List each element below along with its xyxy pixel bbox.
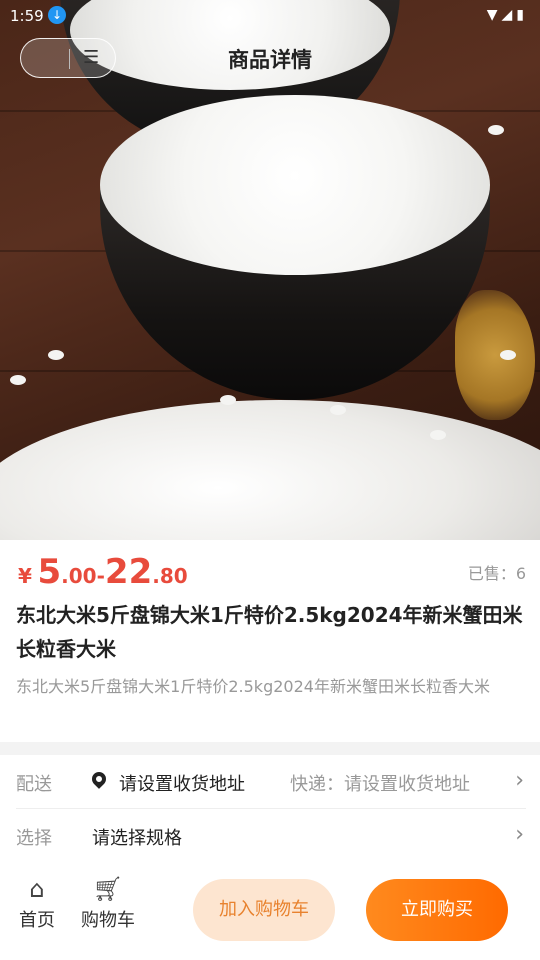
cart-tab[interactable]: 🛒︎ 购物车 <box>73 872 143 932</box>
front-bowl-rice <box>100 95 490 275</box>
price-min-integer: 5 <box>37 552 62 592</box>
divider <box>16 808 526 809</box>
delivery-label: 配送 <box>16 774 52 795</box>
spec-select[interactable]: 请选择规格 <box>92 824 182 850</box>
price-range: ¥ 5.00-22.80 <box>18 552 188 592</box>
status-icons: ▼◢▮ <box>487 7 528 23</box>
signal-icon: ◢ <box>501 7 517 23</box>
price-min-decimal: .00 <box>61 564 97 588</box>
price-max-decimal: .80 <box>152 564 188 588</box>
rice-grain <box>488 125 504 135</box>
rice-grain <box>10 375 26 385</box>
chevron-right-icon[interactable]: › <box>515 822 524 847</box>
buy-now-button[interactable]: 立即购买 <box>366 879 508 941</box>
download-icon: ↓ <box>48 6 66 24</box>
cart-icon: 🛒︎ <box>92 875 124 903</box>
product-image[interactable] <box>0 0 540 540</box>
product-title: 东北大米5斤盘锦大米1斤特价2.5kg2024年新米蟹田米长粒香大米 <box>16 603 523 661</box>
home-icon: ⌂ <box>29 875 45 903</box>
delivery-address[interactable]: 请设置收货地址 <box>119 770 245 796</box>
sold-count: 已售：6 <box>467 564 526 583</box>
rice-grain <box>48 350 64 360</box>
rice-grain <box>220 395 236 405</box>
home-tab[interactable]: ⌂ 首页 <box>2 872 72 932</box>
wifi-icon: ▼ <box>486 7 502 23</box>
rice-grain <box>330 405 346 415</box>
chevron-right-icon[interactable]: › <box>515 768 524 793</box>
wheat-ear <box>455 290 535 420</box>
cart-tab-label: 购物车 <box>81 910 135 931</box>
spec-label: 选择 <box>16 828 52 849</box>
price-dash: - <box>96 564 105 588</box>
status-time: 1:59 <box>10 7 44 25</box>
add-to-cart-button[interactable]: 加入购物车 <box>193 879 335 941</box>
spilled-rice <box>0 400 540 540</box>
rice-grain <box>500 350 516 360</box>
battery-icon: ▮ <box>516 7 528 23</box>
page-title: 商品详情 <box>228 48 312 72</box>
product-subtitle: 东北大米5斤盘锦大米1斤特价2.5kg2024年新米蟹田米长粒香大米 <box>16 677 490 696</box>
currency-symbol: ¥ <box>18 564 32 588</box>
home-tab-label: 首页 <box>19 910 55 931</box>
price-max-integer: 22 <box>104 552 153 592</box>
express-info[interactable]: 快递：请设置收货地址 <box>290 770 470 796</box>
rice-grain <box>430 430 446 440</box>
status-bar: 1:59 ↓ ▼◢▮ <box>0 0 540 32</box>
